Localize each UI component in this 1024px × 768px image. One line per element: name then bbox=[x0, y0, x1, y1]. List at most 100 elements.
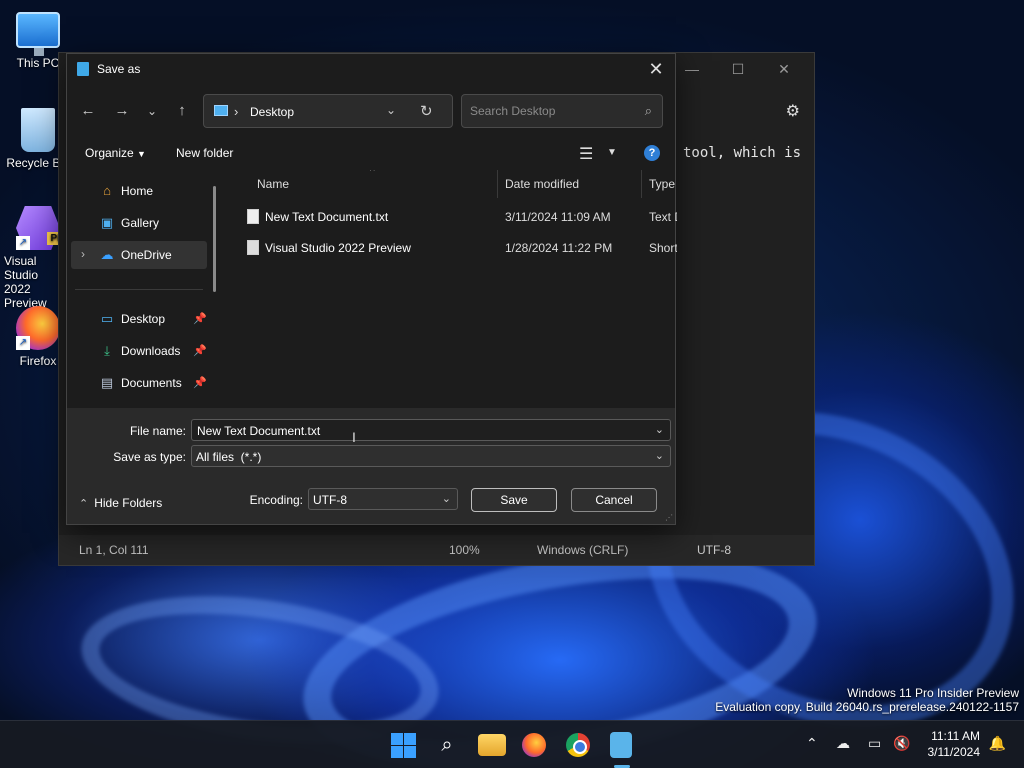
file-list: ^ Name Date modified Type New Text Docum… bbox=[227, 170, 677, 404]
search-input[interactable] bbox=[470, 103, 630, 119]
clock-time: 11:11 AM bbox=[931, 729, 980, 743]
minimize-icon[interactable]: — bbox=[680, 59, 704, 79]
status-line-ending[interactable]: Windows (CRLF) bbox=[537, 543, 628, 557]
nav-item-gallery[interactable]: ▣ Gallery bbox=[71, 209, 207, 237]
taskbar: ⌕ ⌃ ☁ ▭ 🔇 11:11 AM 3/11/2024 🔔 bbox=[0, 720, 1024, 768]
chevron-down-icon[interactable]: ⌄ bbox=[386, 103, 396, 117]
save-as-type-select[interactable]: All files (*.*) ⌄ bbox=[191, 445, 671, 467]
help-icon[interactable]: ? bbox=[644, 145, 660, 161]
pin-icon: 📌 bbox=[193, 313, 207, 325]
search-icon[interactable]: ⌕ bbox=[645, 103, 652, 119]
status-encoding[interactable]: UTF-8 bbox=[697, 543, 731, 557]
windows-logo-icon bbox=[391, 733, 403, 745]
up-arrow-icon[interactable]: ↑ bbox=[171, 100, 193, 122]
notification-bell-icon[interactable]: 🔔 bbox=[989, 735, 1006, 752]
notepad-status-bar: Ln 1, Col 111 100% Windows (CRLF) UTF-8 bbox=[59, 535, 814, 565]
chrome-icon[interactable] bbox=[566, 733, 590, 757]
save-as-dialog[interactable]: Save as ✕ ← → ⌄ ↑ › Desktop ⌄ ↻ ⌕ Organi… bbox=[66, 53, 677, 525]
firefox-icon[interactable] bbox=[522, 733, 546, 757]
chevron-down-icon[interactable]: ⌄ bbox=[655, 423, 664, 436]
column-header-name[interactable]: Name bbox=[227, 170, 497, 198]
maximize-icon[interactable]: ☐ bbox=[726, 59, 750, 79]
shortcut-arrow-icon: ↗ bbox=[16, 236, 30, 250]
chevron-right-icon: › bbox=[234, 104, 239, 119]
resize-grip-icon[interactable]: ⋰ bbox=[665, 513, 673, 522]
address-current-folder[interactable]: Desktop bbox=[250, 105, 294, 119]
network-icon[interactable]: ▭ bbox=[868, 735, 881, 752]
back-arrow-icon[interactable]: ← bbox=[77, 100, 99, 122]
column-header-label: Type bbox=[649, 177, 676, 191]
chevron-down-icon[interactable]: ▼ bbox=[607, 147, 617, 158]
encoding-select[interactable]: UTF-8 ⌄ bbox=[308, 488, 458, 510]
status-zoom[interactable]: 100% bbox=[449, 543, 480, 557]
column-header-type[interactable]: Type bbox=[641, 170, 677, 198]
notepad-icon bbox=[77, 62, 89, 76]
cancel-button[interactable]: Cancel bbox=[571, 488, 657, 512]
column-header-date[interactable]: Date modified bbox=[497, 170, 641, 198]
notepad-icon[interactable] bbox=[610, 732, 632, 758]
recycle-bin-icon bbox=[21, 108, 55, 152]
nav-item-label: Documents bbox=[121, 376, 182, 390]
nav-item-downloads[interactable]: ⤓ Downloads 📌 bbox=[71, 337, 207, 365]
view-list-icon[interactable]: ☰ bbox=[579, 144, 593, 164]
nav-item-desktop[interactable]: ▭ Desktop 📌 bbox=[71, 305, 207, 333]
file-name-input[interactable] bbox=[197, 423, 637, 439]
desktop-icon bbox=[214, 105, 228, 116]
navigation-pane: ⌂ Home ▣ Gallery › ☁ OneDrive ▭ Desktop … bbox=[67, 172, 219, 408]
file-type: Text D bbox=[649, 210, 677, 224]
column-header-label: Date modified bbox=[505, 177, 580, 191]
save-options-panel: File name: ⌄ I Save as type: All files (… bbox=[67, 408, 675, 524]
clock[interactable]: 11:11 AM 3/11/2024 bbox=[928, 728, 981, 760]
start-button[interactable] bbox=[390, 731, 418, 759]
close-icon[interactable]: ✕ bbox=[645, 58, 667, 80]
command-bar: Organize ▼ New folder ☰ ▼ ? bbox=[67, 140, 675, 168]
close-icon[interactable]: ✕ bbox=[772, 59, 796, 79]
chevron-up-icon: ⌃ bbox=[79, 498, 89, 510]
onedrive-cloud-icon[interactable]: ☁ bbox=[836, 735, 850, 752]
encoding-label: Encoding: bbox=[249, 493, 303, 507]
watermark-line: Evaluation copy. Build 26040.rs_prerelea… bbox=[715, 700, 1019, 714]
hide-folders-button[interactable]: ⌃ Hide Folders bbox=[79, 496, 162, 510]
nav-item-label: OneDrive bbox=[121, 248, 172, 262]
notepad-text[interactable]: tool, which is bbox=[683, 145, 801, 161]
dialog-titlebar: Save as ✕ bbox=[67, 54, 675, 84]
file-date: 3/11/2024 11:09 AM bbox=[505, 210, 611, 224]
nav-item-home[interactable]: ⌂ Home bbox=[71, 177, 207, 205]
nav-item-label: Downloads bbox=[121, 344, 181, 358]
recent-locations-chevron-icon[interactable]: ⌄ bbox=[141, 100, 163, 122]
refresh-icon[interactable]: ↻ bbox=[420, 102, 433, 120]
nav-item-documents[interactable]: ▤ Documents 📌 bbox=[71, 369, 207, 397]
file-row[interactable]: Visual Studio 2022 Preview 1/28/2024 11:… bbox=[227, 234, 677, 262]
windows-logo-icon bbox=[404, 733, 416, 745]
search-box[interactable]: ⌕ bbox=[461, 94, 663, 128]
file-row[interactable]: New Text Document.txt 3/11/2024 11:09 AM… bbox=[227, 203, 677, 231]
gallery-icon: ▣ bbox=[100, 215, 114, 230]
settings-gear-icon[interactable]: ⚙ bbox=[786, 101, 800, 121]
file-date: 1/28/2024 11:22 PM bbox=[505, 241, 613, 255]
save-button[interactable]: Save bbox=[471, 488, 557, 512]
save-as-type-label: Save as type: bbox=[113, 450, 186, 464]
nav-divider bbox=[75, 289, 203, 290]
file-type: Short bbox=[649, 241, 677, 255]
search-icon[interactable]: ⌕ bbox=[433, 731, 461, 759]
save-as-type-value: All files (*.*) bbox=[196, 450, 262, 464]
file-explorer-icon[interactable] bbox=[478, 734, 506, 756]
chevron-down-icon[interactable]: ⌄ bbox=[655, 449, 664, 462]
file-name-combobox[interactable]: ⌄ bbox=[191, 419, 671, 441]
organize-button[interactable]: Organize ▼ bbox=[85, 146, 146, 160]
column-header-label: Name bbox=[257, 177, 290, 191]
chevron-down-icon[interactable]: ⌄ bbox=[442, 492, 451, 505]
nav-scrollbar[interactable] bbox=[213, 186, 216, 292]
windows-logo-icon bbox=[404, 746, 416, 758]
address-bar[interactable]: › Desktop ⌄ ↻ bbox=[203, 94, 453, 128]
volume-muted-icon[interactable]: 🔇 bbox=[893, 735, 910, 752]
desktop-icon-label: Visual Studio 2022 Preview bbox=[4, 254, 47, 310]
nav-item-onedrive[interactable]: › ☁ OneDrive bbox=[71, 241, 207, 269]
dialog-title: Save as bbox=[97, 62, 141, 76]
forward-arrow-icon[interactable]: → bbox=[111, 100, 133, 122]
file-name-label: File name: bbox=[129, 424, 186, 438]
show-hidden-icons-chevron-icon[interactable]: ⌃ bbox=[806, 735, 818, 752]
chevron-right-icon[interactable]: › bbox=[81, 247, 85, 261]
evaluation-watermark: Windows 11 Pro Insider Preview Evaluatio… bbox=[715, 686, 1019, 714]
new-folder-button[interactable]: New folder bbox=[176, 146, 233, 160]
